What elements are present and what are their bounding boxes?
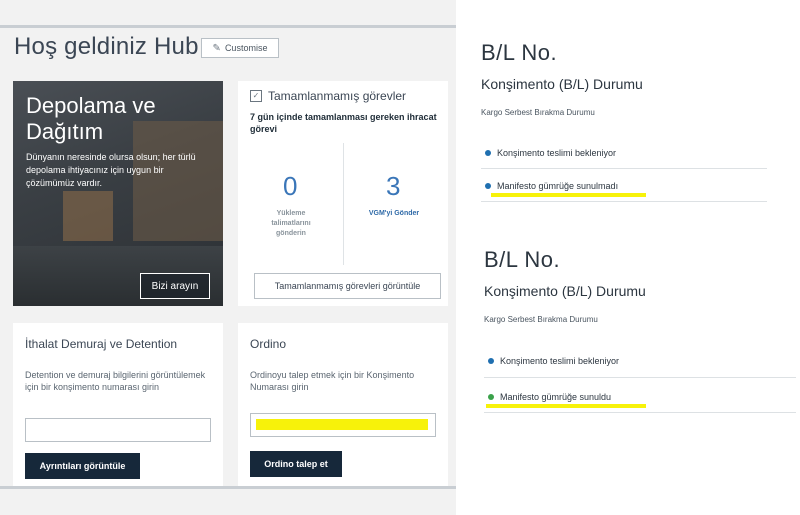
bl-status-bottom: B/L No. Konşimento (B/L) Durumu Kargo Se… [484, 247, 646, 324]
status-item: Manifesto gümrüğe sunulmadı [485, 181, 618, 191]
delivery-order-card: Ordino Ordinoyu talep etmek için bir Kon… [238, 323, 448, 488]
customise-label: Customise [224, 43, 268, 53]
view-incomplete-tasks-button[interactable]: Tamamlanmamış görevleri görüntüle [254, 273, 441, 299]
bl-number-heading: B/L No. [484, 247, 561, 272]
incomplete-tasks-card: ✓ Tamamlanmamış görevler 7 gün içinde ta… [238, 81, 448, 306]
vgm-count[interactable]: 3 [386, 171, 400, 202]
hero-title-line1: Depolama ve [26, 93, 156, 118]
tasks-subtitle: 7 gün içinde tamamlanması gereken ihraca… [250, 112, 437, 134]
vgm-label[interactable]: VGM'yi Gönder [358, 209, 430, 219]
bl-status-top: B/L No. Konşimento (B/L) Durumu Kargo Se… [481, 40, 643, 117]
warehousing-hero-card: Depolama ve Dağıtım Dünyanın neresinde o… [13, 81, 223, 306]
customise-button[interactable]: ✎ Customise [201, 38, 279, 58]
hero-title: Depolama ve Dağıtım [26, 93, 156, 145]
status-dot-icon [488, 394, 494, 400]
pencil-icon: ✎ [212, 42, 221, 54]
tasks-divider [343, 143, 344, 265]
import-card-text: Detention ve demuraj bilgilerini görüntü… [25, 370, 206, 392]
request-order-button[interactable]: Ordino talep et [250, 451, 342, 477]
hero-title-line2: Dağıtım [26, 119, 104, 144]
status-item-label: Manifesto gümrüğe sunulmadı [497, 181, 619, 191]
shipping-instructions-count[interactable]: 0 [283, 171, 297, 202]
cargo-release-subtitle: Kargo Serbest Bırakma Durumu [481, 108, 595, 117]
status-dot-icon [485, 183, 491, 189]
contact-us-button[interactable]: Bizi arayın [140, 273, 210, 299]
hub-dashboard: Hoş geldiniz Hub ✎ Customise Depolama ve… [0, 0, 456, 515]
order-card-title: Ordino [250, 337, 287, 351]
bl-status-title: Konşimento (B/L) Durumu [484, 283, 646, 299]
bl-number-heading: B/L No. [481, 40, 558, 65]
row-divider [484, 377, 796, 378]
status-item-label: Konşimento teslimi bekleniyor [497, 148, 617, 158]
import-card-title: İthalat Demuraj ve Detention [25, 337, 178, 351]
tasks-header: ✓ Tamamlanmamış görevler [250, 89, 406, 103]
hero-description: Dünyanın neresinde olursa olsun; her tür… [26, 152, 196, 188]
row-divider [481, 201, 767, 202]
status-item: Konşimento teslimi bekleniyor [485, 148, 616, 158]
warehouse-image-boxes [63, 191, 113, 241]
tasks-title: Tamamlanmamış görevler [268, 89, 407, 103]
import-demurrage-card: İthalat Demuraj ve Detention Detention v… [13, 323, 223, 488]
status-item-label: Konşimento teslimi bekleniyor [500, 356, 620, 366]
order-card-text: Ordinoyu talep etmek için bir Konşimento… [250, 370, 415, 392]
view-details-button[interactable]: Ayrıntıları görüntüle [25, 453, 140, 479]
status-item: Manifesto gümrüğe sunuldu [488, 392, 611, 402]
bl-status-title: Konşimento (B/L) Durumu [481, 76, 643, 92]
top-divider [0, 25, 456, 28]
cargo-release-subtitle: Kargo Serbest Bırakma Durumu [484, 315, 598, 324]
checkbox-icon: ✓ [250, 90, 262, 102]
status-dot-icon [488, 358, 494, 364]
page-title: Hoş geldiniz Hub [14, 33, 199, 60]
status-item: Konşimento teslimi bekleniyor [488, 356, 619, 366]
row-divider [484, 412, 796, 413]
status-item-label: Manifesto gümrüğe sunuldu [500, 392, 612, 402]
highlight-underline [486, 404, 646, 408]
bl-number-input[interactable] [25, 418, 211, 442]
bottom-divider [0, 486, 456, 489]
shipping-instructions-label[interactable]: Yükleme talimatlarını gönderin [260, 209, 322, 239]
row-divider [481, 168, 767, 169]
highlight-underline [491, 193, 646, 197]
status-dot-icon [485, 150, 491, 156]
input-highlight [256, 419, 428, 430]
